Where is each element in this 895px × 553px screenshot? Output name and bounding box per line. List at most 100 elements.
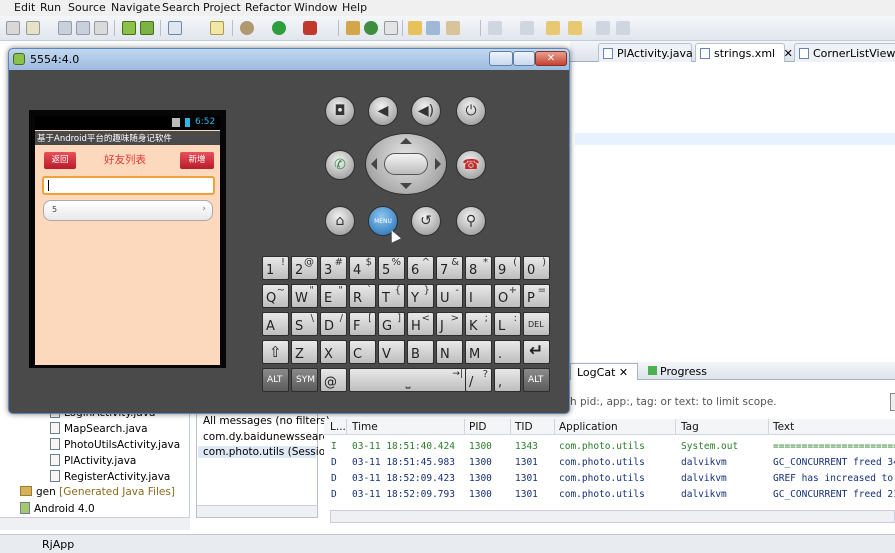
key-5[interactable]: 5% <box>378 256 405 280</box>
menu-edit[interactable]: Edit <box>14 1 35 14</box>
key-M[interactable]: M <box>465 340 492 364</box>
log-cell-text[interactable]: ========================== <box>773 441 895 452</box>
android-sdk-icon[interactable] <box>122 21 136 35</box>
key-S[interactable]: S \ <box>291 312 318 336</box>
back-button[interactable]: 返回 <box>44 152 76 169</box>
filter-item[interactable]: com.dy.baidunewssearch <box>203 431 335 443</box>
key-7[interactable]: 7 & <box>436 256 463 280</box>
annotation-icon[interactable] <box>488 21 502 35</box>
key-Z[interactable]: Z <box>291 340 318 364</box>
key-space[interactable]: ⎵ →| <box>349 368 467 392</box>
log-cell-tid[interactable]: 1301 <box>515 489 538 500</box>
forward-dropdown-icon[interactable] <box>616 21 630 35</box>
new-wizard-icon[interactable] <box>26 21 40 35</box>
dpad-center-button[interactable] <box>384 153 428 175</box>
log-cell-pid[interactable]: 1300 <box>469 441 492 452</box>
close-tab-icon[interactable]: ✕ <box>784 47 793 60</box>
lint-icon[interactable] <box>210 21 224 35</box>
key-O[interactable]: O + <box>494 284 521 308</box>
maximize-button[interactable] <box>513 51 535 66</box>
tree-item-gen[interactable]: gen [Generated Java Files] <box>20 486 175 502</box>
key-K[interactable]: K; <box>465 312 492 336</box>
friend-spinner[interactable]: 5 › <box>43 200 213 221</box>
menu-help[interactable]: Help <box>342 1 367 14</box>
next-annotation-icon[interactable] <box>520 21 534 35</box>
key-V[interactable]: V <box>378 340 405 364</box>
open-type-icon[interactable] <box>384 21 398 35</box>
log-cell-tag[interactable]: dalvikvm <box>681 489 727 500</box>
key-shift[interactable]: ⇧ <box>262 340 289 364</box>
logcat-horizontal-scrollbar[interactable] <box>330 510 895 523</box>
key-Y[interactable]: Y} <box>407 284 434 308</box>
log-cell-text[interactable]: GREF has increased to 2 <box>773 473 895 484</box>
key-R[interactable]: R ` <box>349 284 376 308</box>
log-cell-app[interactable]: com.photo.utils <box>559 489 645 500</box>
new-icon[interactable] <box>6 21 20 35</box>
key-X[interactable]: X <box>320 340 347 364</box>
power-button[interactable]: ⏻ <box>456 96 486 126</box>
column-header-tag[interactable]: Tag <box>681 421 699 433</box>
search-hardware-button[interactable]: ⚲ <box>456 206 486 236</box>
tab-plactivity[interactable]: PlActivity.java <box>598 43 693 62</box>
key-enter[interactable]: ↵ <box>523 340 550 364</box>
minimize-button[interactable] <box>489 51 513 66</box>
log-cell-text[interactable]: GC_CONCURRENT freed 34 <box>773 457 895 468</box>
filter-list-scrollbar[interactable] <box>197 505 317 517</box>
key-J[interactable]: J > <box>436 312 463 336</box>
column-header-time[interactable]: Time <box>352 421 378 433</box>
key-D[interactable]: D / <box>320 312 347 336</box>
new-class-icon[interactable] <box>364 21 378 35</box>
key-DEL[interactable]: DEL <box>523 312 550 336</box>
tab-logcat[interactable]: LogCat ✕ <box>570 363 638 380</box>
column-header-level[interactable]: L... <box>330 421 346 433</box>
filter-item-selected[interactable]: com.photo.utils (Session <box>198 446 332 458</box>
log-cell-level[interactable]: D <box>331 473 337 484</box>
key-W[interactable]: W " <box>291 284 318 308</box>
print-icon[interactable] <box>94 21 108 35</box>
external-tools-icon[interactable] <box>303 21 317 35</box>
column-header-text[interactable]: Text <box>773 421 794 433</box>
key-.[interactable]: . <box>494 340 521 364</box>
filter-dropdown[interactable] <box>890 393 895 411</box>
close-tab-icon[interactable]: ✕ <box>619 366 628 379</box>
menu-window[interactable]: Window <box>294 1 337 14</box>
log-cell-tag[interactable]: dalvikvm <box>681 457 727 468</box>
tab-strings-xml[interactable]: strings.xml ✕ <box>695 43 793 62</box>
emulator-titlebar[interactable]: 5554:4.0 ✕ <box>9 49 569 70</box>
key-E[interactable]: E " <box>320 284 347 308</box>
key-3[interactable]: 3 # <box>320 256 347 280</box>
log-cell-app[interactable]: com.photo.utils <box>559 457 645 468</box>
menu-project[interactable]: Project <box>203 1 241 14</box>
key-@[interactable]: @ <box>320 368 347 392</box>
log-cell-tag[interactable]: dalvikvm <box>681 473 727 484</box>
key-/[interactable]: /? <box>465 368 492 392</box>
save-icon[interactable] <box>58 21 72 35</box>
home-button[interactable]: ⌂ <box>325 206 355 236</box>
key-F[interactable]: F[ <box>349 312 376 336</box>
column-header-tid[interactable]: TID <box>515 421 533 433</box>
friend-search-input[interactable] <box>42 176 215 195</box>
key-U[interactable]: U- <box>436 284 463 308</box>
key-N[interactable]: N <box>436 340 463 364</box>
key-Q[interactable]: Q ~ <box>262 284 289 308</box>
avd-manager-icon[interactable] <box>140 21 154 35</box>
tree-item[interactable]: MapSearch.java <box>50 422 148 438</box>
log-cell-tid[interactable]: 1301 <box>515 473 538 484</box>
key-B[interactable]: B <box>407 340 434 364</box>
debug-icon[interactable] <box>240 21 254 35</box>
back-hardware-button[interactable]: ↺ <box>411 206 441 236</box>
last-edit-icon[interactable] <box>546 21 560 35</box>
filter-item[interactable]: All messages (no filters) <box>203 415 330 427</box>
key-C[interactable]: C <box>349 340 376 364</box>
menu-refactor[interactable]: Refactor <box>245 1 291 14</box>
dpad-up-icon[interactable] <box>400 138 412 144</box>
dpad-right-icon[interactable] <box>435 158 441 170</box>
key-ALT[interactable]: ALT <box>262 368 289 392</box>
key-1[interactable]: 1! <box>262 256 289 280</box>
close-window-button[interactable]: ✕ <box>535 51 567 66</box>
log-cell-level[interactable]: D <box>331 457 337 468</box>
log-cell-pid[interactable]: 1300 <box>469 457 492 468</box>
key-,[interactable]: , <box>494 368 521 392</box>
key-4[interactable]: 4 $ <box>349 256 376 280</box>
log-cell-text[interactable]: GC_CONCURRENT freed 21 <box>773 489 895 500</box>
